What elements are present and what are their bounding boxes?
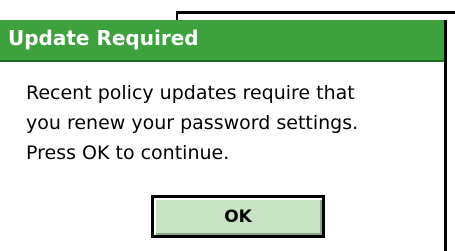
screen: Update Required Recent policy updates re… (0, 0, 455, 251)
update-required-dialog: Update Required Recent policy updates re… (0, 20, 447, 251)
dialog-title: Update Required (8, 26, 199, 50)
message-line: you renew your password settings. (26, 112, 359, 134)
ok-button[interactable]: OK (151, 195, 325, 238)
dialog-message: Recent policy updates require that you r… (26, 78, 436, 168)
message-line: Press OK to continue. (26, 142, 230, 164)
message-line: Recent policy updates require that (26, 82, 355, 104)
dialog-titlebar: Update Required (0, 20, 444, 62)
